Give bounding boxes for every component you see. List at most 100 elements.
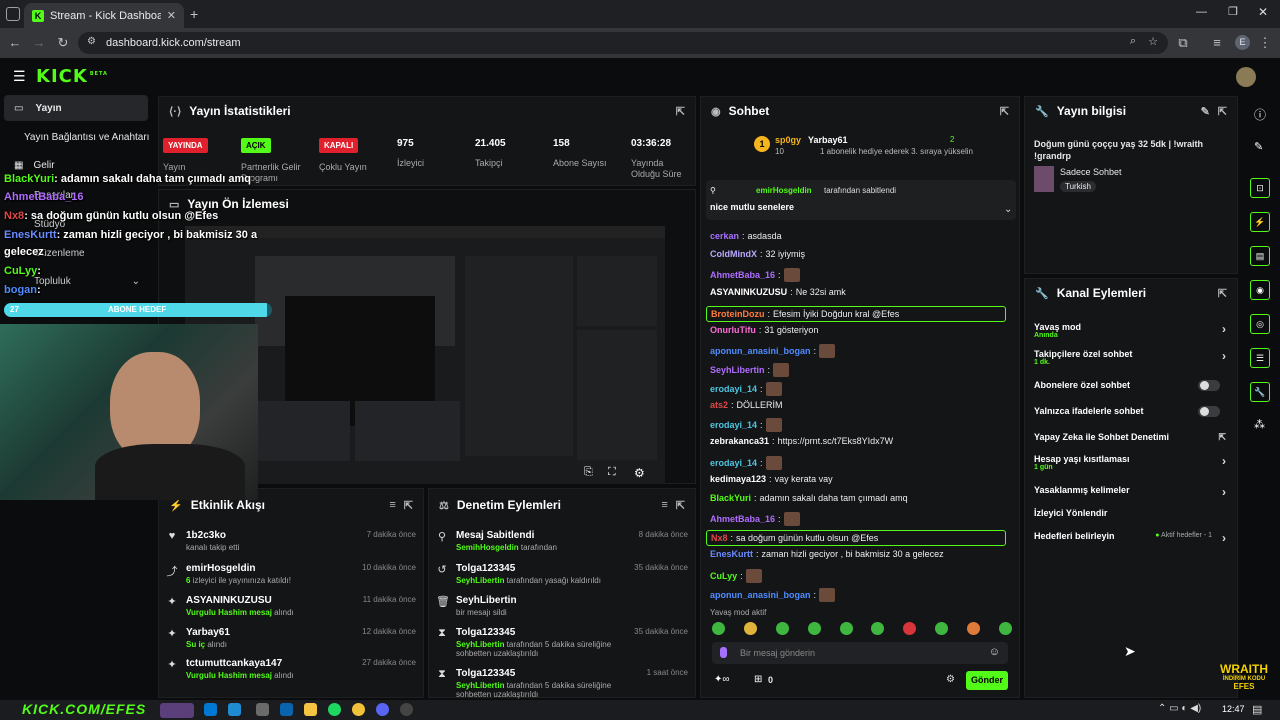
extensions-icon[interactable]: ⧉: [1174, 34, 1192, 52]
filter-icon[interactable]: ≡: [661, 499, 667, 511]
pencil-icon[interactable]: ✎: [1254, 140, 1263, 153]
chat-message[interactable]: AhmetBaba_16:: [710, 268, 800, 282]
emote-only-toggle[interactable]: [1198, 406, 1220, 417]
maximize-button[interactable]: ❐: [1228, 5, 1238, 18]
chat-message[interactable]: SeyhLibertin:: [710, 363, 790, 377]
edit-icon[interactable]: ✎: [1201, 105, 1210, 118]
profile-avatar[interactable]: E: [1235, 35, 1250, 50]
emoji-icon[interactable]: ☺: [989, 646, 1000, 658]
chat-username[interactable]: AhmetBaba_16: [710, 514, 775, 524]
emote-icon[interactable]: [775, 622, 789, 635]
hamburger-menu-icon[interactable]: ☰: [13, 68, 26, 85]
chat-message[interactable]: ats2: DÖLLERİM: [710, 400, 783, 410]
forward-icon[interactable]: →: [30, 34, 48, 52]
sidebar-item-yayin[interactable]: ▭ Yayın: [4, 95, 148, 121]
chat-message[interactable]: BlackYuri: adamın sakalı daha tam çıımadı…: [710, 493, 908, 503]
chat-message[interactable]: ASYANINKUZUSU: Ne 32si amk: [710, 287, 846, 297]
chevron-down-icon[interactable]: ⌄: [1004, 204, 1012, 215]
chat-input[interactable]: Bir mesaj gönderin ☺: [712, 642, 1008, 664]
chat-username[interactable]: erodayi_14: [710, 384, 757, 394]
chat-username[interactable]: aponun_anasini_bogan: [710, 590, 811, 600]
chat-message[interactable]: erodayi_14:: [710, 382, 782, 396]
app-icon[interactable]: [228, 703, 241, 716]
chat-username[interactable]: AhmetBaba_16: [710, 270, 775, 280]
url-input[interactable]: ⚙ dashboard.kick.com/stream ⌕ ☆: [78, 32, 1168, 54]
sidebar-item-gelir[interactable]: ▦ Gelir: [14, 160, 55, 171]
chat-username[interactable]: Nx8: [711, 533, 728, 543]
popout-icon[interactable]: ⇱: [1000, 105, 1009, 118]
browser-tab[interactable]: K Stream - Kick Dashboard ✕: [24, 3, 184, 28]
back-icon[interactable]: ←: [6, 34, 24, 52]
chat-message[interactable]: zebrakanca31: https://prnt.sc/t7Eks8YIdx7…: [710, 436, 893, 446]
close-window-button[interactable]: ✕: [1258, 5, 1268, 19]
popout-icon[interactable]: ⇱: [404, 499, 413, 512]
tab-close-icon[interactable]: ✕: [167, 9, 176, 22]
chat-message[interactable]: erodayi_14:: [710, 456, 782, 470]
app-icon[interactable]: [304, 703, 317, 716]
chat-username[interactable]: OnurluTifu: [710, 325, 756, 335]
rail-more-icon[interactable]: ⁂: [1254, 418, 1265, 431]
kick-logo[interactable]: KICK BETA: [36, 66, 108, 87]
chat-settings-icon[interactable]: ⚙: [946, 674, 955, 685]
points-icon[interactable]: ✦∞: [714, 674, 730, 685]
app-icon[interactable]: [160, 703, 194, 718]
action-account-age[interactable]: Hesap yaşı kısıtlaması 1 gün ›: [1034, 454, 1230, 471]
chrome-icon[interactable]: [352, 703, 365, 716]
app-icon[interactable]: [280, 703, 293, 716]
action-goals[interactable]: Hedefleri belirleyin ● Aktif hedefler - 1…: [1034, 531, 1230, 545]
rail-chat-icon[interactable]: ◉: [1250, 280, 1270, 300]
popout-icon[interactable]: ⇱: [676, 499, 685, 512]
chat-message[interactable]: OnurluTifu:31 gösteriyon: [710, 325, 818, 335]
media-icon[interactable]: ≡: [1208, 34, 1226, 52]
chat-username[interactable]: ats2: [710, 400, 728, 410]
chat-message[interactable]: kedimaya123: vay kerata vay: [710, 474, 833, 484]
reload-icon[interactable]: ↻: [54, 34, 72, 52]
action-host[interactable]: İzleyici Yönlendir: [1034, 508, 1230, 518]
subs-only-toggle[interactable]: [1198, 380, 1220, 391]
emote-icon[interactable]: [935, 622, 949, 635]
chat-message[interactable]: BroteinDozu: Efesim İyiki Doğdun kral @Ef…: [706, 306, 1006, 322]
rail-wrench-icon[interactable]: 🔧: [1250, 382, 1270, 402]
new-tab-button[interactable]: +: [190, 6, 198, 22]
rail-broadcast-icon[interactable]: ◎: [1250, 314, 1270, 334]
zoom-icon[interactable]: ⌕: [1130, 35, 1136, 48]
chat-username[interactable]: ColdMindX: [710, 249, 757, 259]
chat-username[interactable]: ASYANINKUZUSU: [710, 287, 787, 297]
chat-message[interactable]: aponun_anasini_bogan:: [710, 344, 836, 358]
action-emote-only[interactable]: Yalnızca ifadelerle sohbet: [1034, 406, 1230, 417]
chat-username[interactable]: SeyhLibertin: [710, 365, 765, 375]
emote-icon[interactable]: [743, 622, 757, 635]
fullscreen-icon[interactable]: ⛶: [608, 466, 616, 479]
popout-icon[interactable]: ⇱: [676, 105, 685, 118]
discord-icon[interactable]: [376, 703, 389, 716]
gift-shop-icon[interactable]: ⊞: [754, 674, 762, 685]
emote-icon[interactable]: [998, 622, 1012, 635]
tab-search-icon[interactable]: [6, 7, 20, 21]
chat-username[interactable]: kedimaya123: [710, 474, 766, 484]
chat-username[interactable]: EnesKurtt: [710, 549, 753, 559]
chat-message[interactable]: CuLyy:: [710, 569, 762, 583]
rail-bolt-icon[interactable]: ⚡: [1250, 212, 1270, 232]
chat-username[interactable]: BlackYuri: [710, 493, 751, 503]
chat-message[interactable]: aponun_anasini_bogan:: [710, 588, 836, 602]
chat-username[interactable]: cerkan: [710, 231, 739, 241]
chat-username[interactable]: aponun_anasini_bogan: [710, 346, 811, 356]
emote-icon[interactable]: [967, 622, 980, 635]
notification-icon[interactable]: ▤: [1252, 703, 1262, 716]
browser-menu-icon[interactable]: ⋮: [1256, 34, 1274, 52]
chat-message[interactable]: cerkan: asdasda: [710, 231, 782, 241]
clip-icon[interactable]: ⎘: [584, 466, 593, 479]
chat-username[interactable]: erodayi_14: [710, 458, 757, 468]
chat-message[interactable]: ColdMindX:32 iyiymiş: [710, 249, 805, 259]
emote-icon[interactable]: [712, 622, 725, 635]
filter-icon[interactable]: ≡: [389, 499, 395, 511]
sidebar-item-topluluk[interactable]: Topluluk ⌄: [34, 276, 140, 287]
chat-message[interactable]: AhmetBaba_16:: [710, 512, 800, 526]
chat-username[interactable]: erodayi_14: [710, 420, 757, 430]
info-icon[interactable]: ⓘ: [1254, 106, 1266, 123]
clock[interactable]: 12:47: [1222, 704, 1245, 714]
chat-username[interactable]: zebrakanca31: [710, 436, 769, 446]
mic-icon[interactable]: [720, 647, 727, 658]
action-slow-mode[interactable]: Yavaş mod Anında ›: [1034, 322, 1230, 339]
settings-icon[interactable]: ⚙: [634, 466, 645, 480]
